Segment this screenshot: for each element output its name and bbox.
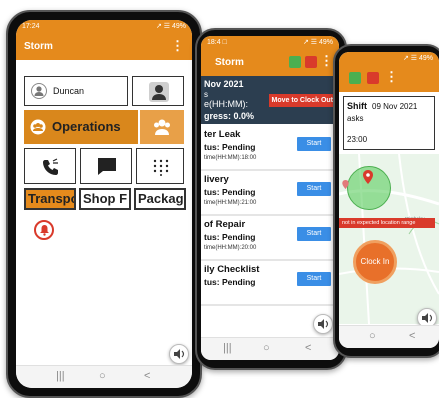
task-status: tus: Pending	[204, 187, 256, 197]
status-time: 18:4 □	[207, 39, 227, 46]
speaker-icon	[422, 313, 433, 323]
task-status: tus: Pending	[204, 142, 256, 152]
task-card[interactable]: livery tus: Pending time(HH:MM):21:00 St…	[201, 171, 339, 216]
contact-button[interactable]	[132, 76, 184, 106]
call-icon	[43, 158, 58, 175]
task-time: time(HH:MM):21:00	[204, 200, 257, 206]
home-button[interactable]: ○	[99, 370, 106, 382]
status-time: 17:24	[22, 23, 40, 30]
status-icons: ↗ ☰ 49%	[155, 23, 186, 30]
alert-bell-icon	[40, 225, 49, 236]
user-card[interactable]: Duncan	[24, 76, 128, 106]
tab-shop-floor[interactable]: Shop F	[79, 188, 131, 210]
nav-bar: ○ <	[339, 325, 439, 348]
user-icon	[31, 83, 47, 99]
speaker-button[interactable]	[169, 344, 189, 364]
chat-icon	[98, 158, 116, 175]
status-bar: 18:4 □ ↗ ☰ 49%	[201, 36, 339, 50]
clock-in-button[interactable]: Clock In	[353, 240, 397, 284]
tab-packaging[interactable]: Packag	[134, 188, 186, 210]
tab-transport[interactable]: Transpo	[24, 188, 76, 210]
nav-bar: ||| ○ <	[201, 337, 339, 360]
task-title: livery	[204, 174, 229, 185]
app-bar: ⋮	[339, 66, 439, 92]
app-bar: Storm ⋮	[16, 34, 192, 60]
shift-progress: gress: 0.0%	[204, 111, 255, 121]
more-vert-icon[interactable]: ⋮	[171, 38, 184, 54]
more-vert-icon[interactable]: ⋮	[385, 69, 398, 85]
task-status: tus: Pending	[204, 232, 256, 242]
call-button[interactable]	[24, 148, 76, 184]
status-bar: 17:24 ↗ ☰ 49%	[16, 20, 192, 34]
task-card[interactable]: ily Checklist tus: Pending Start	[201, 261, 339, 306]
task-title: of Repair	[204, 219, 246, 230]
operations-label: Operations	[52, 119, 121, 134]
small-pin-icon	[342, 180, 349, 189]
speaker-button[interactable]	[313, 314, 333, 334]
app-title: Storm	[24, 41, 53, 52]
task-start-button[interactable]: Start	[297, 137, 331, 151]
phone-left-screen: 17:24 ↗ ☰ 49% Storm ⋮ Duncan Operations …	[16, 20, 192, 388]
phone-middle-screen: 18:4 □ ↗ ☰ 49% Storm ⋮ Nov 2021 s e(HH:M…	[201, 36, 339, 360]
stop-icon[interactable]	[305, 56, 317, 68]
phone-middle: 18:4 □ ↗ ☰ 49% Storm ⋮ Nov 2021 s e(HH:M…	[195, 28, 347, 370]
speaker-icon	[174, 349, 185, 359]
home-button[interactable]: ○	[263, 342, 270, 354]
phone-left: 17:24 ↗ ☰ 49% Storm ⋮ Duncan Operations …	[6, 10, 202, 398]
group-button[interactable]	[140, 110, 184, 144]
recent-apps-button[interactable]: |||	[56, 370, 65, 382]
status-icons: ↗ ☰ 49%	[302, 39, 333, 46]
speaker-icon	[318, 319, 329, 329]
shift-date: 09 Nov 2021	[372, 102, 418, 111]
shift-title: Shift	[347, 101, 367, 111]
task-start-button[interactable]: Start	[297, 272, 331, 286]
map-view[interactable]: Wimbeley Down Cane not in expected locat…	[339, 154, 439, 324]
phone-right-screen: ↗ ☰ 49% ⋮ Shift 09 Nov 2021 asks 23:00 n…	[339, 52, 439, 348]
shift-header: Nov 2021 s e(HH:MM): gress: 0.0% Move to…	[201, 76, 339, 124]
shift-card: Shift 09 Nov 2021 asks 23:00	[343, 96, 435, 150]
more-vert-icon[interactable]: ⋮	[320, 53, 333, 69]
app-bar: Storm ⋮	[201, 50, 339, 76]
shift-date: Nov 2021	[204, 79, 244, 89]
app-title: Storm	[215, 57, 244, 68]
stop-icon[interactable]	[367, 72, 379, 84]
back-button[interactable]: <	[409, 330, 415, 342]
move-to-clock-out-button[interactable]: Move to Clock Out	[268, 94, 336, 107]
nav-bar: ||| ○ <	[16, 365, 192, 388]
dialpad-button[interactable]	[136, 148, 184, 184]
home-button[interactable]: ○	[369, 330, 376, 342]
user-name: Duncan	[53, 86, 85, 96]
status-icons: ↗ ☰ 49%	[402, 55, 433, 62]
shift-time: 23:00	[347, 135, 368, 144]
location-pin-icon	[363, 170, 373, 184]
task-status: tus: Pending	[204, 277, 256, 287]
chat-button[interactable]	[80, 148, 132, 184]
task-card[interactable]: ter Leak tus: Pending time(HH:MM):18:00 …	[201, 126, 339, 171]
group-icon	[154, 119, 170, 135]
task-start-button[interactable]: Start	[297, 227, 331, 241]
alert-bell-button[interactable]	[34, 220, 54, 240]
contact-icon	[149, 82, 169, 102]
recent-apps-button[interactable]: |||	[223, 342, 232, 354]
location-warning-banner: not in expected location range	[339, 218, 435, 228]
task-title: ily Checklist	[204, 264, 260, 275]
back-button[interactable]: <	[144, 370, 150, 382]
team-icon	[30, 119, 46, 135]
shift-time-label: e(HH:MM):	[204, 99, 248, 109]
phone-right: ↗ ☰ 49% ⋮ Shift 09 Nov 2021 asks 23:00 n…	[333, 44, 439, 358]
task-time: time(HH:MM):20:00	[204, 245, 257, 251]
task-start-button[interactable]: Start	[297, 182, 331, 196]
back-button[interactable]: <	[305, 342, 311, 354]
sync-icon[interactable]	[289, 56, 301, 68]
dialpad-icon	[153, 159, 169, 176]
shift-tasks: asks	[347, 114, 364, 123]
operations-button[interactable]: Operations	[24, 110, 138, 144]
task-card[interactable]: of Repair tus: Pending time(HH:MM):20:00…	[201, 216, 339, 261]
task-time: time(HH:MM):18:00	[204, 155, 257, 161]
sync-icon[interactable]	[349, 72, 361, 84]
shift-label: s	[204, 90, 208, 99]
status-bar: ↗ ☰ 49%	[339, 52, 439, 66]
task-title: ter Leak	[204, 129, 241, 140]
